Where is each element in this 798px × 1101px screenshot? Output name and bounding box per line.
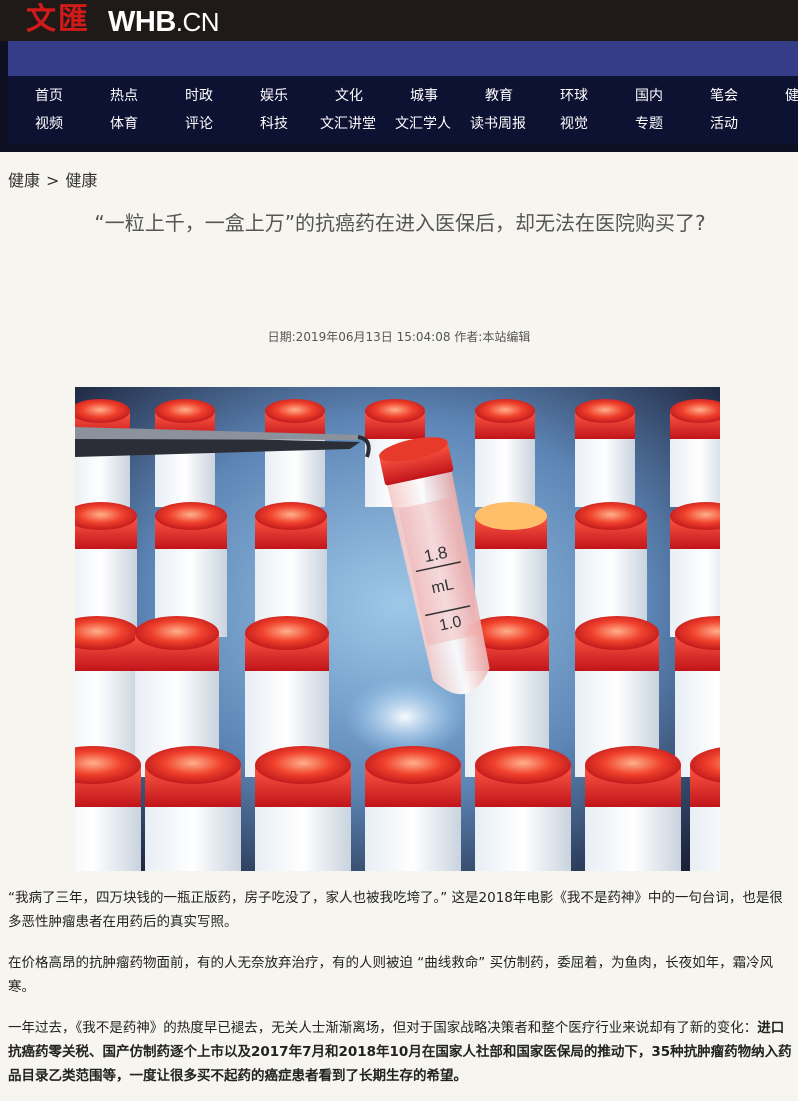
- article-meta: 日期:2019年06月13日 15:04:08 作者:本站编辑: [267, 330, 531, 344]
- breadcrumb-item-health[interactable]: 健康: [8, 171, 40, 190]
- article-paragraph-3: 一年过去，《我不是药神》的热度早已褪去，无关人士渐渐离场，但对于国家战略决策者和…: [8, 1016, 792, 1088]
- nav-item-world[interactable]: 环球: [560, 87, 588, 105]
- logo-whb-text: WHB: [108, 6, 176, 38]
- nav-item-video[interactable]: 视频: [35, 115, 63, 133]
- vial-row-front: [75, 746, 720, 871]
- nav-item-bihui[interactable]: 笔会: [710, 87, 738, 105]
- nav-item-sports[interactable]: 体育: [110, 115, 138, 133]
- nav-item-culture[interactable]: 文化: [335, 87, 363, 105]
- test-tubes-illustration: 1.8 mL 1.0: [75, 387, 720, 871]
- article-hero-image: 1.8 mL 1.0: [75, 387, 720, 871]
- header-banner-strip: [0, 41, 798, 76]
- site-logo-chinese[interactable]: 文匯: [26, 2, 90, 38]
- article-title: “一粒上千，一盒上万”的抗癌药在进入医保后，却无法在医院购买了?: [94, 211, 706, 235]
- nav-item-wenhui-scholar[interactable]: 文汇学人: [395, 115, 451, 133]
- nav-item-tech[interactable]: 科技: [260, 115, 288, 133]
- site-logo-whb[interactable]: WHB.CN: [108, 6, 220, 38]
- header-banner-fill: [8, 41, 798, 76]
- article-paragraph-1: “我病了三年，四万块钱的一瓶正版药，房子吃没了，家人也被我吃垮了。” 这是201…: [8, 890, 783, 930]
- breadcrumb-separator: >: [46, 171, 60, 190]
- nav-item-education[interactable]: 教育: [485, 87, 513, 105]
- article-paragraph-2: 在价格高昂的抗肿瘤药物面前，有的人无奈放弃治疗，有的人则被迫 “曲线救命” 买仿…: [8, 955, 774, 995]
- nav-item-comment[interactable]: 评论: [185, 115, 213, 133]
- nav-item-wenhui-lecture[interactable]: 文汇讲堂: [320, 115, 376, 133]
- nav-item-politics[interactable]: 时政: [185, 87, 213, 105]
- nav-item-entertainment[interactable]: 娱乐: [260, 87, 288, 105]
- nav-item-domestic[interactable]: 国内: [635, 87, 663, 105]
- nav-item-visual[interactable]: 视觉: [560, 115, 588, 133]
- article-paragraph-3-text: 一年过去，《我不是药神》的热度早已褪去，无关人士渐渐离场，但对于国家战略决策者和…: [8, 1020, 758, 1036]
- logo-cn-suffix: .CN: [175, 7, 220, 37]
- breadcrumb: 健康 > 健康: [8, 167, 97, 191]
- nav-item-events[interactable]: 活动: [710, 115, 738, 133]
- nav-item-hot[interactable]: 热点: [110, 87, 138, 105]
- nav-item-home[interactable]: 首页: [35, 87, 63, 105]
- nav-item-book-weekly[interactable]: 读书周报: [470, 115, 526, 133]
- nav-item-topics[interactable]: 专题: [635, 115, 663, 133]
- nav-item-health[interactable]: 健: [785, 87, 798, 105]
- nav-item-city[interactable]: 城事: [410, 87, 438, 105]
- site-header: 文匯 WHB.CN: [0, 0, 798, 41]
- main-navigation-inner: 首页 热点 时政 娱乐 文化 城事 教育 环球 国内 笔会 健 视频 体育 评论…: [8, 76, 798, 144]
- main-navigation: 首页 热点 时政 娱乐 文化 城事 教育 环球 国内 笔会 健 视频 体育 评论…: [0, 76, 798, 152]
- breadcrumb-item-health-sub[interactable]: 健康: [65, 171, 97, 190]
